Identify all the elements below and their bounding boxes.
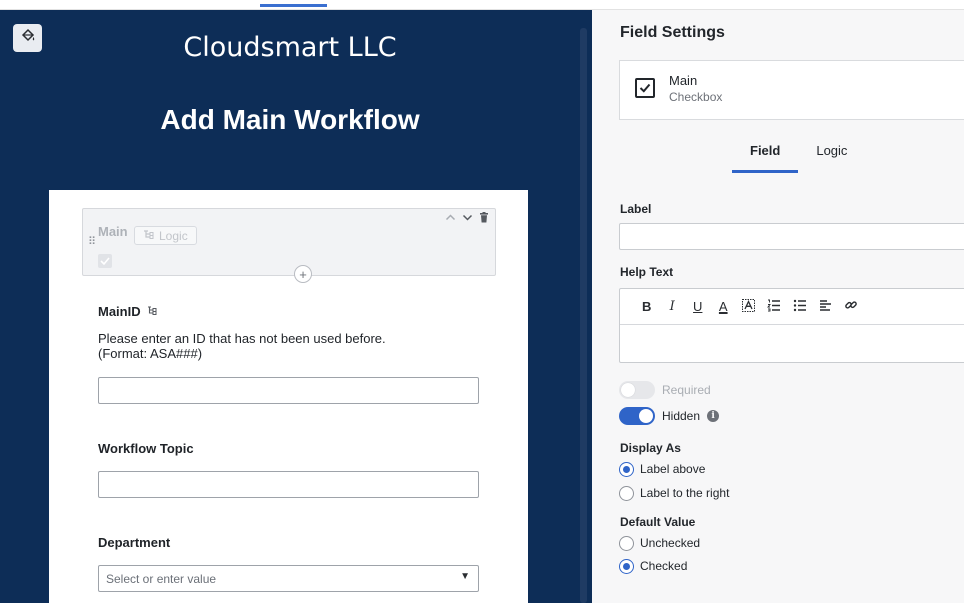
question-label: MainID xyxy=(98,304,141,319)
hidden-label: Hidden xyxy=(662,409,701,423)
required-toggle-row: Required xyxy=(619,380,711,400)
underline-icon[interactable]: U xyxy=(685,299,711,314)
chevron-down-icon[interactable] xyxy=(462,212,473,226)
question-label: Department xyxy=(98,535,171,550)
caret-down-icon: ▼ xyxy=(460,571,470,582)
checkbox-icon xyxy=(635,78,655,98)
label-field-title: Label xyxy=(620,202,652,216)
settings-tabs: Field Logic xyxy=(732,137,865,173)
radio-label: Label above xyxy=(640,462,706,476)
main-field-label: Main xyxy=(98,224,128,239)
align-left-icon[interactable] xyxy=(813,299,839,315)
bold-icon[interactable]: B xyxy=(634,299,660,314)
page-title: Add Main Workflow xyxy=(160,104,420,135)
logic-chip-label: Logic xyxy=(159,228,188,243)
tab-field[interactable]: Field xyxy=(732,137,799,173)
help-line: (Format: ASA###) xyxy=(98,346,203,361)
radio-checked[interactable]: Checked xyxy=(619,557,687,575)
panel-title: Field Settings xyxy=(620,24,725,41)
question-label: Workflow Topic xyxy=(98,441,194,456)
field-card-name: Main xyxy=(669,73,698,88)
radio-button[interactable] xyxy=(619,461,634,477)
radio-label-above[interactable]: Label above xyxy=(619,460,705,478)
required-label: Required xyxy=(662,383,711,397)
radio-button[interactable] xyxy=(619,558,634,574)
logic-chip[interactable]: Logic xyxy=(134,226,197,245)
form-card: ⠿ Main Logic + MainID Please enter an ID… xyxy=(49,190,528,603)
radio-unchecked[interactable]: Unchecked xyxy=(619,534,700,552)
main-checkbox[interactable] xyxy=(98,254,112,268)
department-select[interactable]: Select or enter value ▼ xyxy=(98,565,479,592)
brand-name: Cloudsmart LLC xyxy=(183,32,397,63)
hidden-toggle-row: Hidden i xyxy=(619,406,720,426)
radio-label: Checked xyxy=(640,559,688,573)
link-icon[interactable] xyxy=(838,298,864,315)
main-checkbox-block[interactable]: ⠿ Main Logic + xyxy=(82,208,496,283)
tab-logic[interactable]: Logic xyxy=(798,137,865,173)
branch-icon xyxy=(143,229,155,243)
top-strip xyxy=(0,0,964,10)
display-as-title: Display As xyxy=(620,441,681,455)
app-root: Cloudsmart LLC Add Main Workflow ⠿ Main … xyxy=(0,0,964,603)
chevron-up-icon[interactable] xyxy=(445,212,456,226)
trash-icon[interactable] xyxy=(479,212,489,226)
add-field-button[interactable]: + xyxy=(294,265,312,283)
editor-toolbar: B I U A xyxy=(620,289,964,325)
selected-field-card: Main Checkbox xyxy=(619,60,964,120)
radio-label-right[interactable]: Label to the right xyxy=(619,484,729,502)
radio-button[interactable] xyxy=(619,535,634,551)
field-card-type: Checkbox xyxy=(669,90,723,104)
info-icon[interactable]: i xyxy=(707,410,720,422)
active-tab-indicator xyxy=(260,4,327,7)
label-input[interactable] xyxy=(619,223,964,250)
radio-label: Label to the right xyxy=(640,486,730,500)
field-settings-panel: Field Settings Main Checkbox Field Logic… xyxy=(592,10,964,603)
branch-icon xyxy=(147,304,158,319)
workflow-topic-input[interactable] xyxy=(98,471,479,498)
font-color-icon[interactable]: A xyxy=(711,299,737,314)
bullet-list-icon[interactable] xyxy=(787,299,813,315)
department-placeholder: Select or enter value xyxy=(106,572,217,586)
canvas-scrollbar[interactable] xyxy=(580,28,587,603)
help-text-editor[interactable]: B I U A xyxy=(619,288,964,363)
hidden-toggle[interactable] xyxy=(619,407,655,425)
radio-label: Unchecked xyxy=(640,536,701,550)
help-text-title: Help Text xyxy=(620,265,674,279)
radio-button[interactable] xyxy=(619,485,634,501)
numbered-list-icon[interactable] xyxy=(762,299,788,315)
highlight-icon[interactable] xyxy=(736,298,762,315)
help-line: Please enter an ID that has not been use… xyxy=(98,331,386,346)
default-value-title: Default Value xyxy=(620,515,696,529)
question-help-text: Please enter an ID that has not been use… xyxy=(98,331,386,361)
required-toggle[interactable] xyxy=(619,381,655,399)
mainid-input[interactable] xyxy=(98,377,479,404)
italic-icon[interactable]: I xyxy=(660,299,686,314)
drag-handle-icon[interactable]: ⠿ xyxy=(88,237,96,248)
form-canvas: Cloudsmart LLC Add Main Workflow ⠿ Main … xyxy=(0,10,592,603)
question-mainid: MainID xyxy=(98,304,158,319)
